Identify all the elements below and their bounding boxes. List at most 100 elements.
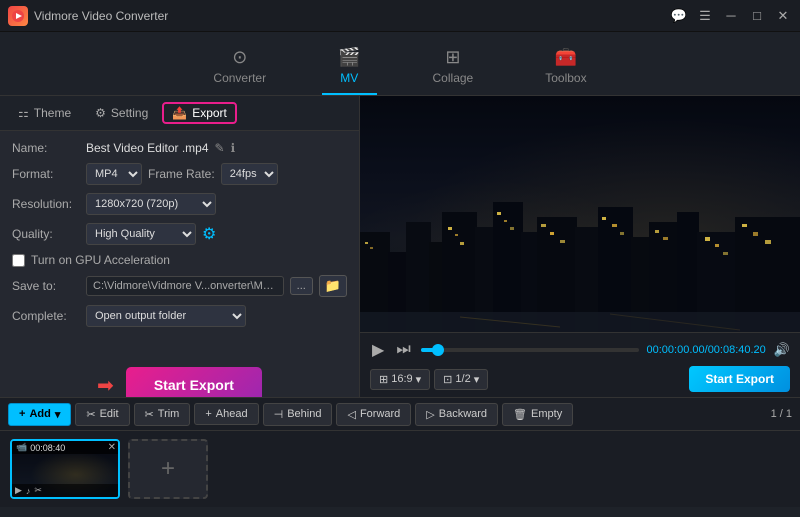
title-bar: Vidmore Video Converter 💬 ☰ ─ □ ✕	[0, 0, 800, 32]
arrow-indicator-icon: ➡	[97, 373, 114, 398]
trim-label: Trim	[158, 408, 180, 420]
format-label: Format:	[12, 167, 80, 181]
right-panel: ▶ ⏭ 00:00:00.00/00:08:40.20 🔊 ⊞	[360, 96, 800, 397]
add-clip-button[interactable]: +	[128, 439, 208, 499]
backward-label: Backward	[439, 408, 487, 420]
scale-value: 1/2	[455, 373, 470, 385]
setting-icon: ⚙	[95, 106, 106, 120]
menu-button[interactable]: ☰	[696, 7, 714, 25]
save-path-value: C:\Vidmore\Vidmore V...onverter\MV Expor…	[86, 276, 284, 296]
maximize-button[interactable]: □	[748, 7, 766, 25]
current-time: 00:00:00.00	[647, 344, 705, 356]
gpu-acceleration-label: Turn on GPU Acceleration	[31, 253, 170, 267]
forward-button[interactable]: ◁ Forward	[336, 403, 411, 426]
collage-icon: ⊞	[445, 47, 460, 68]
gpu-acceleration-checkbox[interactable]	[12, 254, 25, 267]
tab-mv[interactable]: 🎬 MV	[322, 39, 376, 95]
sub-tab-theme[interactable]: ⚏ Theme	[8, 102, 81, 124]
left-panel: ⚏ Theme ⚙ Setting 📤 Export Name: Best Vi…	[0, 96, 360, 397]
edit-button[interactable]: ✂ Edit	[75, 403, 129, 426]
total-time: 00:08:40.20	[708, 344, 766, 356]
aspect-ratio-value: 16:9	[391, 373, 412, 385]
start-export-right-button[interactable]: Start Export	[689, 366, 790, 392]
clip-controls-bar: ▶ ♪ ✂	[12, 484, 118, 497]
behind-icon: ⊣	[274, 408, 284, 421]
tab-mv-label: MV	[340, 71, 358, 85]
name-info-icon[interactable]: ℹ	[231, 141, 236, 155]
video-preview	[360, 96, 800, 332]
tab-toolbox[interactable]: 🧰 Toolbox	[529, 39, 602, 95]
complete-select[interactable]: Open output folder Do nothing Shut down …	[86, 305, 246, 327]
aspect-ratio-chevron: ▾	[416, 373, 422, 386]
edit-label: Edit	[100, 408, 119, 420]
frame-rate-select[interactable]: 24fps 30fps 60fps	[221, 163, 278, 185]
tab-collage-label: Collage	[433, 71, 474, 85]
sub-tab-setting-label: Setting	[111, 106, 148, 120]
save-path-folder-button[interactable]: 📁	[319, 275, 347, 297]
behind-button[interactable]: ⊣ Behind	[263, 403, 333, 426]
frame-rate-group: Frame Rate: 24fps 30fps 60fps	[148, 163, 278, 185]
resolution-label: Resolution:	[12, 197, 80, 211]
save-path-dots-button[interactable]: ...	[290, 277, 313, 295]
progress-bar-row: ▶ ⏭ 00:00:00.00/00:08:40.20 🔊	[370, 338, 790, 362]
format-select[interactable]: MP4 AVI MOV MKV	[86, 163, 142, 185]
aspect-ratio-button[interactable]: ⊞ 16:9 ▾	[370, 369, 430, 390]
sub-tab-export[interactable]: 📤 Export	[162, 102, 237, 124]
clip-play-icon[interactable]: ▶	[15, 485, 22, 496]
name-value: Best Video Editor .mp4	[86, 141, 209, 155]
backward-icon: ▷	[426, 408, 434, 421]
progress-track[interactable]	[421, 348, 639, 352]
scale-button[interactable]: ⊡ 1/2 ▾	[434, 369, 488, 390]
quality-select[interactable]: High Quality Medium Quality Low Quality	[86, 223, 196, 245]
time-display: 00:00:00.00/00:08:40.20	[647, 344, 766, 356]
clip-close-button[interactable]: ✕	[108, 442, 116, 453]
tab-toolbox-label: Toolbox	[545, 71, 586, 85]
clip-duration: 00:08:40	[30, 443, 65, 453]
minimize-button[interactable]: ─	[722, 7, 740, 25]
trim-button[interactable]: ✂ Trim	[134, 403, 191, 426]
resolution-select[interactable]: 1280x720 (720p) 1920x1080 (1080p) 3840x2…	[86, 193, 216, 215]
quality-gear-button[interactable]: ⚙	[202, 224, 216, 244]
clip-video-icon: 📹	[16, 442, 27, 453]
add-chevron: ▾	[55, 408, 61, 421]
clip-audio-icon[interactable]: ♪	[26, 486, 31, 496]
edit-icon: ✂	[86, 408, 95, 421]
progress-thumb[interactable]	[432, 344, 444, 356]
messages-button[interactable]: 💬	[670, 7, 688, 25]
clip-scissors-icon[interactable]: ✂	[34, 485, 42, 496]
format-row: Format: MP4 AVI MOV MKV Frame Rate: 24fp…	[12, 163, 347, 185]
play-button[interactable]: ▶	[370, 338, 386, 362]
trim-icon: ✂	[145, 408, 154, 421]
tab-converter[interactable]: ⊙ Converter	[197, 39, 282, 95]
clip-info-bar: 📹 00:08:40	[12, 441, 118, 454]
aspect-ratio-icon: ⊞	[379, 373, 388, 386]
close-button[interactable]: ✕	[774, 7, 792, 25]
backward-button[interactable]: ▷ Backward	[415, 403, 498, 426]
volume-icon[interactable]: 🔊	[774, 342, 790, 358]
sub-tab-setting[interactable]: ⚙ Setting	[85, 102, 158, 124]
tab-converter-label: Converter	[213, 71, 266, 85]
bottom-controls-row: ⊞ 16:9 ▾ ⊡ 1/2 ▾ Start Export	[370, 366, 790, 392]
save-to-row: Save to: C:\Vidmore\Vidmore V...onverter…	[12, 275, 347, 297]
sub-tab-theme-label: Theme	[34, 106, 71, 120]
resolution-row: Resolution: 1280x720 (720p) 1920x1080 (1…	[12, 193, 347, 215]
settings-area: Name: Best Video Editor .mp4 ✎ ℹ Format:…	[0, 131, 359, 345]
add-button[interactable]: + Add ▾	[8, 403, 71, 426]
app-icon	[8, 6, 28, 26]
empty-icon: 🗑	[513, 408, 527, 421]
ahead-button[interactable]: + Ahead	[194, 403, 258, 425]
forward-icon: ◁	[347, 408, 355, 421]
empty-button[interactable]: 🗑 Empty	[502, 403, 573, 426]
forward-label: Forward	[360, 408, 400, 420]
name-edit-icon[interactable]: ✎	[215, 141, 225, 155]
add-icon: +	[19, 408, 25, 420]
skip-button[interactable]: ⏭	[394, 339, 412, 361]
timeline-area: 📹 00:08:40 ✕ ▶ ♪ ✂ +	[0, 431, 800, 507]
clip-item: 📹 00:08:40 ✕ ▶ ♪ ✂	[10, 439, 120, 499]
tab-collage[interactable]: ⊞ Collage	[417, 39, 490, 95]
quality-label: Quality:	[12, 227, 80, 241]
sub-tab-bar: ⚏ Theme ⚙ Setting 📤 Export	[0, 96, 359, 131]
name-row: Name: Best Video Editor .mp4 ✎ ℹ	[12, 141, 347, 155]
title-bar-right: 💬 ☰ ─ □ ✕	[670, 7, 792, 25]
add-label: Add	[29, 408, 50, 420]
